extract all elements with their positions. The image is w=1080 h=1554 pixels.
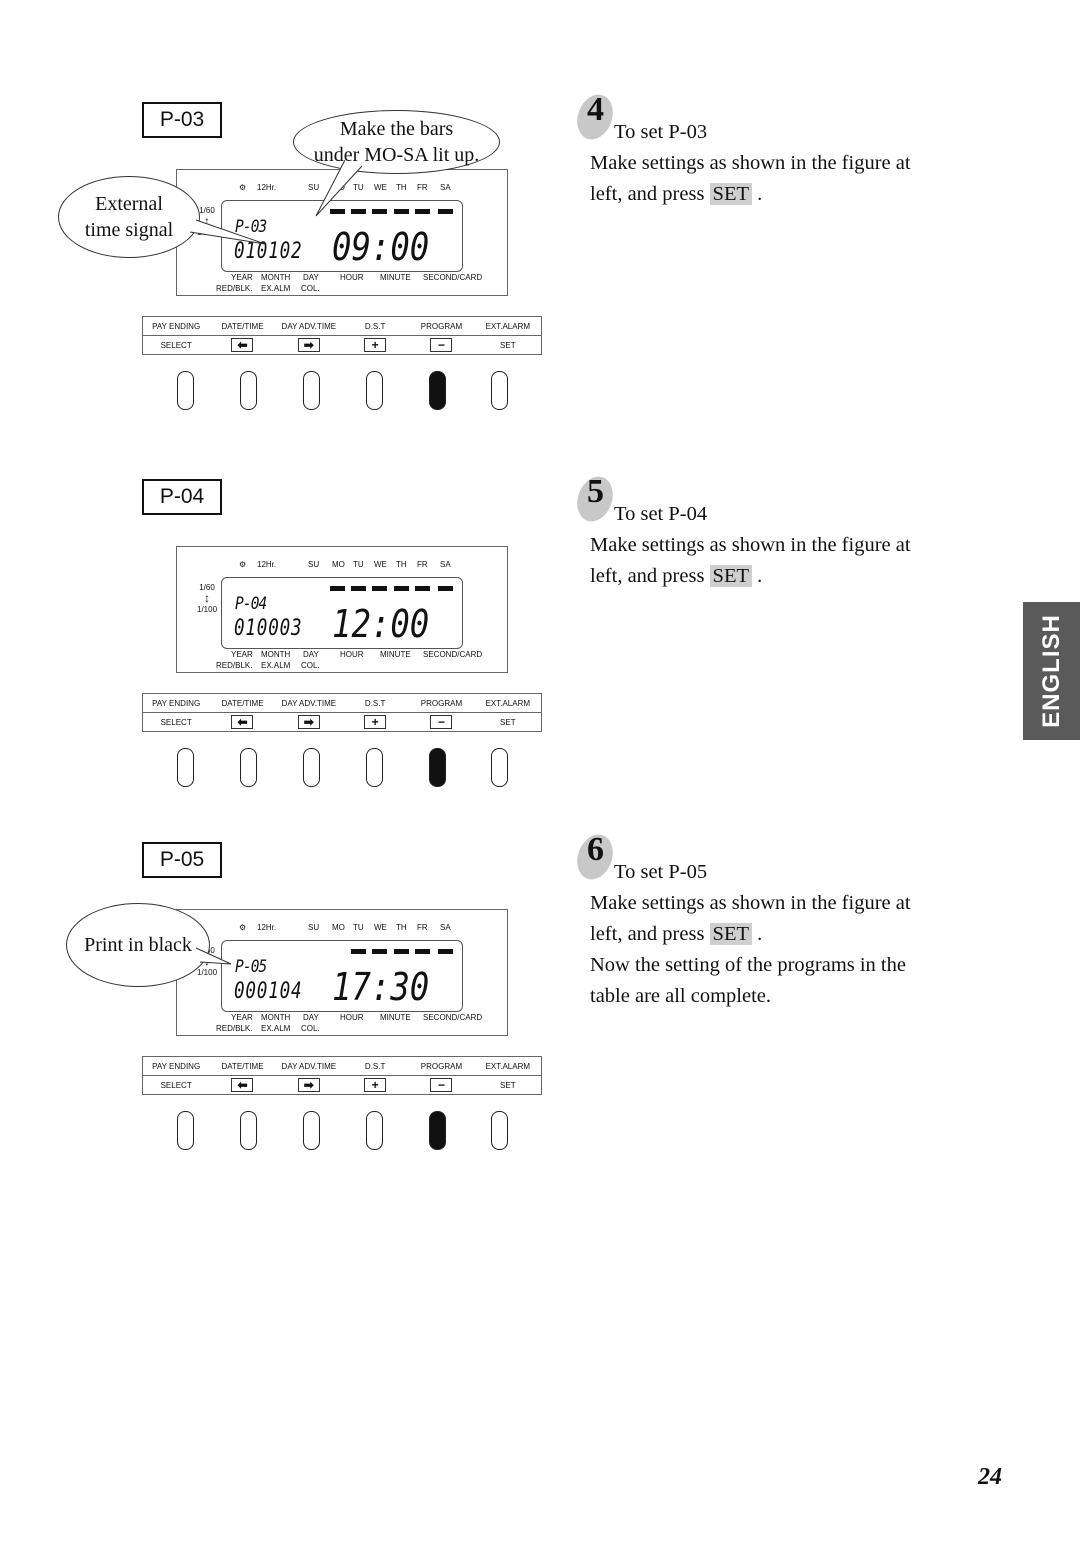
pointer-external (189, 219, 266, 245)
callout-pointers (189, 159, 363, 965)
pointer-bars (315, 159, 363, 217)
pointer-black (195, 947, 232, 965)
